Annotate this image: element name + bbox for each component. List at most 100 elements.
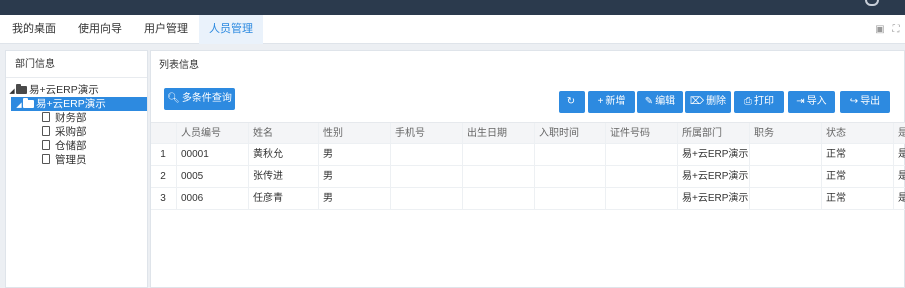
column-header[interactable]: 是 <box>893 123 905 145</box>
delete-label: 删除 <box>706 96 727 107</box>
list-panel-title: 列表信息 <box>159 60 199 71</box>
export-button[interactable]: ↪ 导出 <box>840 91 890 113</box>
tab-tools: ▣ ⛶ <box>869 24 901 35</box>
refresh-icon: ↻ <box>566 96 576 107</box>
multi-condition-search-button[interactable]: 🔍︎ 多条件查询 <box>164 88 235 110</box>
tab-my-desktop[interactable]: 我的桌面 <box>2 15 66 44</box>
add-label: 新增 <box>605 96 626 107</box>
plus-icon: + <box>597 96 604 107</box>
edit-icon: ✎ <box>644 96 654 107</box>
tab-user-management[interactable]: 用户管理 <box>134 15 198 44</box>
tree-node-label: 财务部 <box>55 112 87 124</box>
table-cell: 任彦青 <box>248 188 318 210</box>
tree-node-label: 采购部 <box>55 126 87 138</box>
table-cell <box>462 144 534 166</box>
table-cell: 正常 <box>821 144 893 166</box>
tab-bar: 我的桌面 使用向导 用户管理 人员管理 ▣ ⛶ <box>0 15 905 44</box>
table-cell: 张传进 <box>248 166 318 188</box>
department-panel: 部门信息 ◢ 易+云ERP演示 ◢ 易+云ERP演示 财务部 采购部 仓储部 管理员 <box>5 50 148 288</box>
print-label: 打印 <box>754 96 774 107</box>
tree-node-label: 仓储部 <box>55 140 87 152</box>
row-number: 3 <box>160 193 166 204</box>
tree-node-root[interactable]: ◢ 易+云ERP演示 <box>6 83 147 97</box>
column-header[interactable]: 职务 <box>749 123 821 145</box>
table-cell <box>749 188 821 210</box>
table-cell: 男 <box>318 144 390 166</box>
row-number: 1 <box>160 149 166 160</box>
list-panel: 列表信息 🔍︎ 多条件查询 ↻ + 新增 ✎ 编辑 ⌦ 删除 ⎙ 打印 ⇥ 导入 ↪ 导出 人… <box>150 50 905 288</box>
column-header[interactable]: 手机号 <box>390 123 462 145</box>
tree-node-finance[interactable]: 财务部 <box>6 111 147 125</box>
table-row[interactable]: 3 0006 任彦青 男 易+云ERP演示 正常 是 <box>151 188 905 210</box>
table-row[interactable]: 1 00001 黄秋允 男 易+云ERP演示 正常 是 <box>151 144 905 166</box>
tab-user-guide[interactable]: 使用向导 <box>68 15 132 44</box>
table-cell <box>534 166 605 188</box>
table-cell: 男 <box>318 188 390 210</box>
import-button[interactable]: ⇥ 导入 <box>788 91 835 113</box>
tree-node-admin[interactable]: 管理员 <box>6 153 147 167</box>
table-cell <box>462 166 534 188</box>
restore-icon[interactable]: ▣ <box>875 25 885 35</box>
table-cell <box>390 188 462 210</box>
search-icon: 🔍︎ <box>167 93 180 104</box>
table-cell <box>605 166 677 188</box>
fullscreen-icon[interactable]: ⛶ <box>891 25 901 35</box>
column-header[interactable]: 性别 <box>318 123 390 145</box>
department-tree: ◢ 易+云ERP演示 ◢ 易+云ERP演示 财务部 采购部 仓储部 管理员 <box>6 78 147 167</box>
table-header-row: 人员编号 姓名 性别 手机号 出生日期 入职时间 证件号码 所属部门 职务 状态… <box>151 122 905 145</box>
department-panel-title: 部门信息 <box>6 51 147 78</box>
table-cell <box>605 144 677 166</box>
tab-personnel-management[interactable]: 人员管理 <box>199 15 263 44</box>
table-cell: 黄秋允 <box>248 144 318 166</box>
print-button[interactable]: ⎙ 打印 <box>734 91 784 113</box>
file-icon <box>42 140 50 150</box>
table-cell: 00001 <box>176 144 248 166</box>
edit-button[interactable]: ✎ 编辑 <box>637 91 683 113</box>
row-number-header <box>151 123 175 145</box>
table-cell <box>534 144 605 166</box>
column-header[interactable]: 人员编号 <box>176 123 248 145</box>
column-header[interactable]: 出生日期 <box>462 123 534 145</box>
tree-node-purchasing[interactable]: 采购部 <box>6 125 147 139</box>
add-button[interactable]: + 新增 <box>588 91 635 113</box>
import-icon: ⇥ <box>796 96 805 107</box>
user-avatar-icon[interactable] <box>865 0 879 6</box>
table-cell: 易+云ERP演示 <box>677 166 749 188</box>
column-header[interactable]: 入职时间 <box>534 123 605 145</box>
printer-icon: ⎙ <box>744 96 752 107</box>
table-cell: 是 <box>893 188 905 210</box>
table-row[interactable]: 2 0005 张传进 男 易+云ERP演示 正常 是 <box>151 166 905 188</box>
import-label: 导入 <box>806 96 827 107</box>
table-cell <box>749 144 821 166</box>
tree-node-warehouse[interactable]: 仓储部 <box>6 139 147 153</box>
table-cell: 易+云ERP演示 <box>677 144 749 166</box>
tree-node-company[interactable]: ◢ 易+云ERP演示 <box>11 97 147 111</box>
table-cell <box>749 166 821 188</box>
table-cell <box>390 166 462 188</box>
folder-icon <box>23 98 34 108</box>
tree-node-label: 易+云ERP演示 <box>36 98 106 110</box>
table-cell: 正常 <box>821 188 893 210</box>
tree-node-label: 管理员 <box>55 154 87 166</box>
column-header[interactable]: 状态 <box>821 123 893 145</box>
delete-button[interactable]: ⌦ 删除 <box>685 91 731 113</box>
table-cell: 0005 <box>176 166 248 188</box>
file-icon <box>42 154 50 164</box>
column-header[interactable]: 姓名 <box>248 123 318 145</box>
table-cell: 正常 <box>821 166 893 188</box>
column-header[interactable]: 证件号码 <box>605 123 677 145</box>
column-header[interactable]: 所属部门 <box>677 123 749 145</box>
export-label: 导出 <box>860 96 881 107</box>
tree-node-label: 易+云ERP演示 <box>29 84 99 96</box>
table-cell: 是 <box>893 144 905 166</box>
table-cell: 男 <box>318 166 390 188</box>
table-cell <box>605 188 677 210</box>
top-header-bar <box>0 0 905 15</box>
refresh-button[interactable]: ↻ <box>559 91 585 113</box>
trash-icon: ⌦ <box>689 96 705 107</box>
table-cell <box>534 188 605 210</box>
edit-label: 编辑 <box>655 96 676 107</box>
table-cell <box>390 144 462 166</box>
export-icon: ↪ <box>849 96 859 107</box>
search-button-label: 多条件查询 <box>181 93 232 104</box>
